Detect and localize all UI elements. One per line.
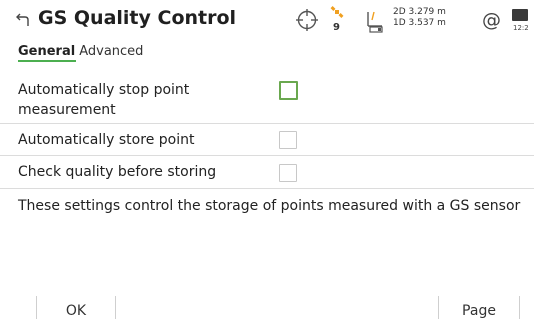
setting-label-line: Automatically stop point bbox=[18, 82, 190, 98]
back-icon[interactable] bbox=[14, 11, 32, 29]
position-quality-readout: 2D 3.279 m 1D 3.537 m bbox=[393, 7, 446, 29]
quality-2d-text: 2D 3.279 m bbox=[393, 7, 446, 17]
setting-label-check-quality: Check quality before storing bbox=[18, 164, 217, 180]
auto-stop-checkbox[interactable] bbox=[279, 81, 298, 100]
satellite-icon[interactable] bbox=[330, 5, 344, 19]
page-button[interactable]: Page bbox=[439, 294, 519, 319]
setting-label-auto-store: Automatically store point bbox=[18, 132, 195, 148]
setting-row-auto-stop[interactable]: Automatically stop point measurement bbox=[0, 75, 534, 124]
info-text: These settings control the storage of po… bbox=[18, 198, 521, 214]
position-quality-icon[interactable] bbox=[360, 8, 386, 34]
softkey-divider bbox=[115, 296, 116, 319]
page-title: GS Quality Control bbox=[38, 7, 237, 29]
battery-label: 12:2 bbox=[513, 24, 529, 32]
softkey-bar: OK Page bbox=[0, 294, 534, 319]
satellite-count: 9 bbox=[333, 22, 340, 33]
title-bar: GS Quality Control 9 2D 3.279 m 1D 3.537… bbox=[0, 0, 534, 40]
setting-label-auto-stop: Automatically stop point measurement bbox=[18, 80, 189, 120]
tab-advanced[interactable]: Advanced bbox=[79, 44, 143, 59]
tab-bar: General Advanced bbox=[18, 44, 147, 62]
auto-store-checkbox[interactable] bbox=[279, 131, 297, 149]
active-tab-indicator bbox=[18, 60, 76, 62]
battery-icon[interactable] bbox=[512, 9, 528, 21]
quality-1d-text: 1D 3.537 m bbox=[393, 18, 446, 28]
tab-general[interactable]: General bbox=[18, 44, 75, 59]
crosshair-icon[interactable] bbox=[296, 9, 318, 31]
ok-button[interactable]: OK bbox=[37, 294, 115, 319]
setting-row-check-quality[interactable]: Check quality before storing bbox=[0, 156, 534, 189]
setting-label-line: measurement bbox=[18, 102, 116, 118]
check-quality-checkbox[interactable] bbox=[279, 164, 297, 182]
softkey-divider bbox=[519, 296, 520, 319]
setting-row-auto-store[interactable]: Automatically store point bbox=[0, 124, 534, 156]
at-icon[interactable]: @ bbox=[482, 9, 501, 31]
